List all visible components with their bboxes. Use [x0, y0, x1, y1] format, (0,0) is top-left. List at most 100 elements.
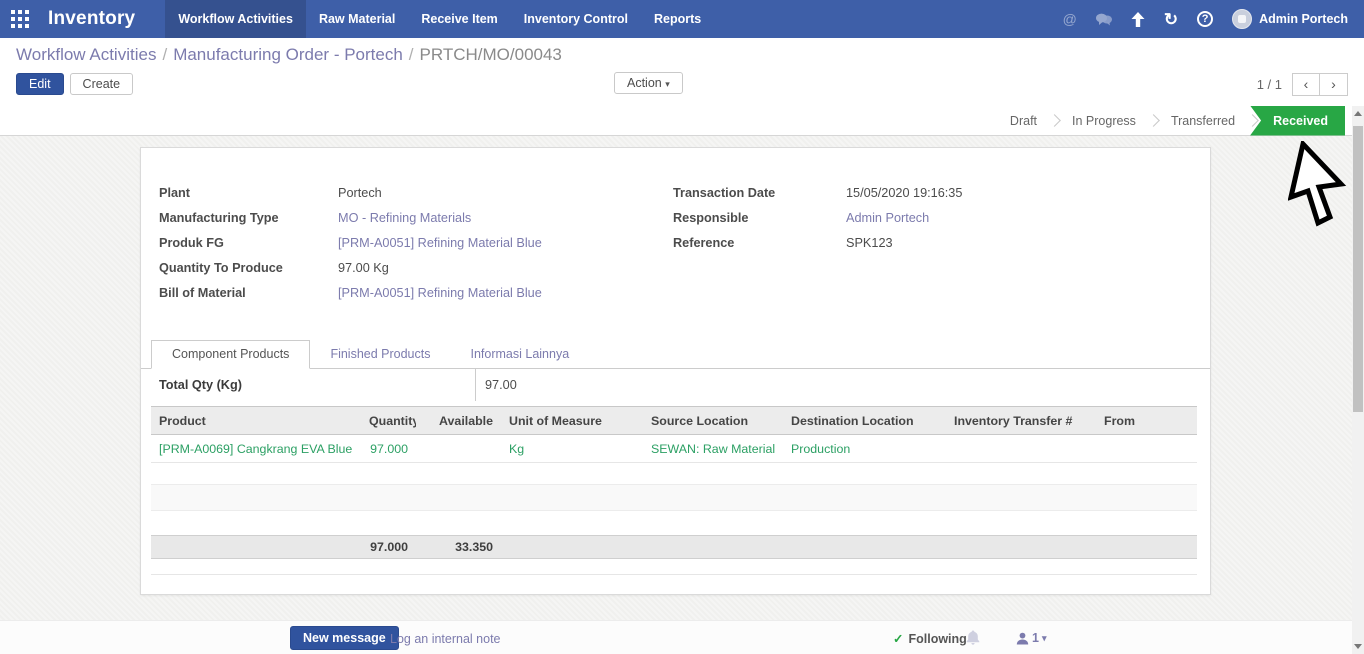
table-empty-row [151, 485, 1197, 511]
field-value-manufacturing-type[interactable]: MO - Refining Materials [338, 211, 471, 225]
column-header-quantity[interactable]: Quantity [361, 407, 416, 434]
breadcrumb-workflow-activities[interactable]: Workflow Activities [16, 45, 156, 64]
triangle-up-icon [1354, 111, 1362, 116]
form-sheet: PlantPortech Manufacturing TypeMO - Refi… [140, 147, 1211, 595]
help-icon[interactable]: ? [1197, 11, 1213, 27]
cell-available[interactable] [416, 435, 501, 462]
refresh-icon[interactable]: ↻ [1164, 11, 1178, 28]
field-label-bill-of-material: Bill of Material [159, 286, 338, 300]
apps-grid-icon[interactable] [0, 0, 40, 38]
navbar-right: @ ↻ ? Admin Portech [1063, 9, 1364, 29]
component-products-table: Product Quantity Available Unit of Measu… [151, 406, 1197, 575]
tab-component-products[interactable]: Component Products [151, 340, 310, 369]
field-value-plant: Portech [338, 186, 382, 200]
cell-unit-of-measure[interactable]: Kg [501, 435, 643, 462]
field-value-transaction-date: 15/05/2020 19:16:35 [846, 186, 962, 200]
following-toggle[interactable]: ✓ Following [893, 631, 967, 646]
app-title[interactable]: Inventory [40, 8, 165, 30]
field-value-quantity-to-produce: 97.00 Kg [338, 261, 389, 275]
field-label-responsible: Responsible [673, 211, 846, 225]
notebook-tabs: Component Products Finished Products Inf… [141, 341, 1210, 369]
status-step-draft[interactable]: Draft [997, 114, 1050, 128]
user-avatar [1232, 9, 1252, 29]
menu-inventory-control[interactable]: Inventory Control [511, 0, 641, 38]
field-value-responsible[interactable]: Admin Portech [846, 211, 929, 225]
column-header-destination-location[interactable]: Destination Location [783, 407, 946, 434]
new-message-button[interactable]: New message [290, 626, 399, 650]
field-value-produk-fg[interactable]: [PRM-A0051] Refining Material Blue [338, 236, 542, 250]
chevron-down-icon: ▾ [1042, 633, 1047, 644]
menu-reports[interactable]: Reports [641, 0, 714, 38]
total-qty-row: Total Qty (Kg) 97.00 [141, 369, 1210, 401]
field-label-manufacturing-type: Manufacturing Type [159, 211, 338, 225]
cell-from[interactable] [1096, 435, 1197, 462]
log-internal-note-link[interactable]: Log an internal note [390, 632, 501, 646]
table-header-row: Product Quantity Available Unit of Measu… [151, 406, 1197, 435]
column-header-available[interactable]: Available [416, 407, 501, 434]
table-tail-row [151, 559, 1197, 575]
tab-informasi-lainnya[interactable]: Informasi Lainnya [451, 341, 590, 368]
edit-button[interactable]: Edit [16, 73, 64, 95]
column-header-from[interactable]: From [1096, 407, 1197, 434]
vertical-scrollbar[interactable] [1352, 106, 1364, 654]
footer-total-available: 33.350 [416, 536, 501, 558]
field-label-produk-fg: Produk FG [159, 236, 338, 250]
messages-icon[interactable] [1096, 13, 1112, 26]
user-menu[interactable]: Admin Portech [1232, 9, 1348, 29]
following-label: Following [908, 632, 966, 646]
cell-source-location[interactable]: SEWAN: Raw Material [643, 435, 783, 462]
pager: 1 / 1 ‹ › [1257, 73, 1348, 96]
create-button[interactable]: Create [70, 73, 134, 95]
control-panel: Workflow Activities/Manufacturing Order … [0, 38, 1364, 106]
field-label-plant: Plant [159, 186, 338, 200]
push-to-talk-icon[interactable] [1131, 12, 1145, 27]
scrollbar-thumb[interactable] [1353, 126, 1363, 412]
table-row[interactable]: [PRM-A0069] Cangkrang EVA Blue 97.000 Kg… [151, 435, 1197, 463]
field-value-bill-of-material[interactable]: [PRM-A0051] Refining Material Blue [338, 286, 542, 300]
pager-previous-button[interactable]: ‹ [1292, 73, 1320, 96]
status-step-in-progress[interactable]: In Progress [1059, 114, 1149, 128]
breadcrumb: Workflow Activities/Manufacturing Order … [16, 45, 1348, 65]
breadcrumb-separator: / [156, 45, 173, 64]
cell-destination-location[interactable]: Production [783, 435, 946, 462]
status-step-received-active[interactable]: Received [1250, 106, 1345, 136]
control-panel-buttons: Edit Create Action ▾ 1 / 1 ‹ › [16, 72, 1348, 96]
footer-total-quantity: 97.000 [361, 536, 416, 558]
menu-receive-item[interactable]: Receive Item [408, 0, 510, 38]
cell-quantity[interactable]: 97.000 [361, 435, 416, 462]
menu-workflow-activities[interactable]: Workflow Activities [165, 0, 306, 38]
cell-product[interactable]: [PRM-A0069] Cangkrang EVA Blue [151, 435, 361, 462]
field-label-reference: Reference [673, 236, 846, 250]
triangle-down-icon [1354, 644, 1362, 649]
breadcrumb-separator: / [403, 45, 420, 64]
breadcrumb-manufacturing-order[interactable]: Manufacturing Order - Portech [173, 45, 403, 64]
field-groups: PlantPortech Manufacturing TypeMO - Refi… [141, 148, 1210, 311]
total-qty-label: Total Qty (Kg) [141, 369, 476, 401]
column-header-product[interactable]: Product [151, 407, 361, 434]
field-label-transaction-date: Transaction Date [673, 186, 846, 200]
check-icon: ✓ [893, 631, 903, 646]
person-icon [1016, 632, 1029, 645]
chevron-down-icon: ▾ [665, 79, 670, 89]
field-value-reference: SPK123 [846, 236, 893, 250]
tab-finished-products[interactable]: Finished Products [310, 341, 450, 368]
cell-inventory-transfer[interactable] [946, 435, 1096, 462]
scroll-down-button[interactable] [1352, 639, 1364, 654]
column-header-unit-of-measure[interactable]: Unit of Measure [501, 407, 643, 434]
action-button[interactable]: Action ▾ [614, 72, 683, 94]
followers-dropdown[interactable]: 1 ▾ [1016, 631, 1046, 645]
chevron-right-icon [1246, 114, 1259, 127]
column-header-source-location[interactable]: Source Location [643, 407, 783, 434]
main-menu: Workflow Activities Raw Material Receive… [165, 0, 714, 38]
pager-count: 1 / 1 [1257, 77, 1282, 92]
at-mention-icon[interactable]: @ [1063, 12, 1077, 26]
top-navbar: Inventory Workflow Activities Raw Materi… [0, 0, 1364, 38]
bell-icon[interactable] [966, 630, 980, 650]
status-step-transferred[interactable]: Transferred [1158, 114, 1248, 128]
scroll-up-button[interactable] [1352, 106, 1364, 121]
table-footer-row: 97.000 33.350 [151, 535, 1197, 559]
column-header-inventory-transfer[interactable]: Inventory Transfer # [946, 407, 1096, 434]
statusbar: Draft In Progress Transferred Received [0, 106, 1352, 136]
pager-next-button[interactable]: › [1320, 73, 1348, 96]
menu-raw-material[interactable]: Raw Material [306, 0, 408, 38]
